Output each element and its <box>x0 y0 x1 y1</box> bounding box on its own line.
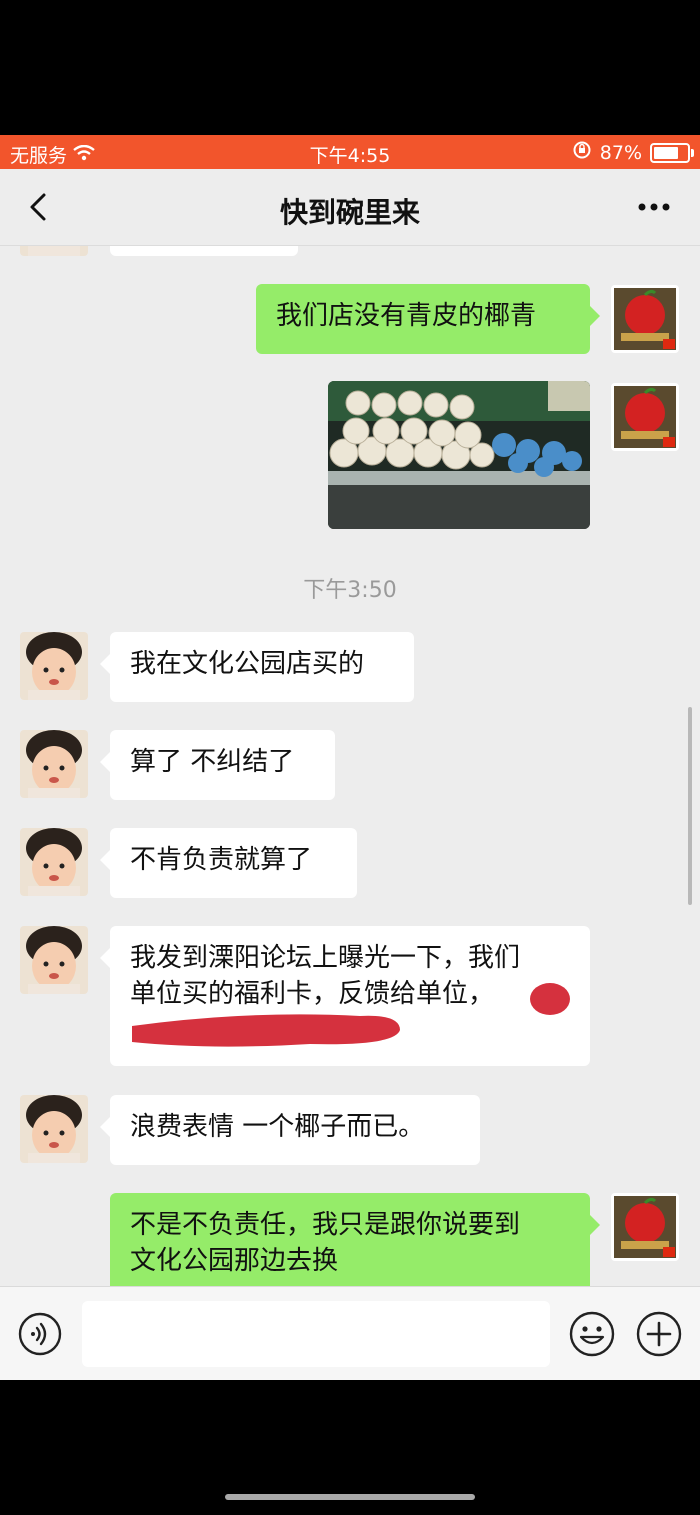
message-text-line: 我发到溧阳论坛上曝光一下，我们 <box>130 943 521 973</box>
battery-icon <box>650 142 694 163</box>
message-bubble[interactable]: 我们店没有青皮的椰青 <box>256 284 600 354</box>
my-avatar[interactable] <box>611 383 679 451</box>
more-dots-icon[interactable] <box>634 195 674 219</box>
message-bubble[interactable]: 算了 不纠结了 <box>100 730 335 800</box>
message-bubble[interactable]: 不是不负责任，我只是跟你说要到 文化公园那边去换 <box>110 1193 600 1286</box>
timestamp: 下午3:50 <box>303 578 397 603</box>
top-black-bar <box>0 0 700 135</box>
battery-level <box>654 146 678 159</box>
message-bubble[interactable]: 浪费表情 一个椰子而已。 <box>100 1095 480 1165</box>
message-bubble[interactable]: 不肯负责就算了 <box>100 828 357 898</box>
message-text: 我们店没有青皮的椰青 <box>276 301 537 331</box>
message-bubble[interactable]: 我发到溧阳论坛上曝光一下，我们 单位买的福利卡，反馈给单位， <box>100 926 590 1066</box>
contact-avatar[interactable] <box>20 246 88 256</box>
contact-avatar[interactable] <box>20 828 88 896</box>
chat-header: 快到碗里来 <box>0 169 700 246</box>
message-text-line: 不是不负责任，我只是跟你说要到 <box>130 1210 521 1240</box>
voice-icon[interactable] <box>18 1312 62 1356</box>
message-text-line: 单位买的福利卡，反馈给单位， <box>130 979 495 1009</box>
orientation-lock-icon <box>572 140 592 165</box>
my-avatar[interactable] <box>611 285 679 353</box>
plus-icon[interactable] <box>636 1311 682 1357</box>
input-bar <box>0 1286 700 1380</box>
battery-nub <box>691 148 694 157</box>
my-avatar[interactable] <box>611 1193 679 1261</box>
chat-title: 快到碗里来 <box>279 196 420 229</box>
message-list[interactable]: 我们店没有青皮的椰青 下午3:50 我在文化公园店买的 算了 不纠结了 不肯负责… <box>0 246 700 1286</box>
message-input[interactable] <box>82 1301 550 1367</box>
contact-avatar[interactable] <box>20 632 88 700</box>
status-right: 87% <box>572 140 694 165</box>
message-text: 浪费表情 一个椰子而已。 <box>130 1112 425 1142</box>
home-indicator[interactable] <box>225 1494 475 1500</box>
coconut-photo[interactable] <box>328 381 590 529</box>
message-text: 算了 不纠结了 <box>130 747 295 777</box>
contact-avatar[interactable] <box>20 926 88 994</box>
wechat-screen: 无服务 下午4:55 87% 快到碗里来 我们店没有青皮的椰青 下午3:50 我… <box>0 135 700 1380</box>
message-text: 我在文化公园店买的 <box>130 649 365 679</box>
message-bubble-partial[interactable] <box>110 246 298 256</box>
contact-avatar[interactable] <box>20 730 88 798</box>
contact-avatar[interactable] <box>20 1095 88 1163</box>
message-text-line: 文化公园那边去换 <box>130 1246 339 1276</box>
battery-percent: 87% <box>599 141 642 164</box>
scrollbar[interactable] <box>688 707 692 905</box>
status-bar: 无服务 下午4:55 87% <box>0 135 700 169</box>
message-text: 不肯负责就算了 <box>130 845 313 875</box>
emoji-icon[interactable] <box>569 1311 615 1357</box>
message-bubble[interactable]: 我在文化公园店买的 <box>100 632 414 702</box>
